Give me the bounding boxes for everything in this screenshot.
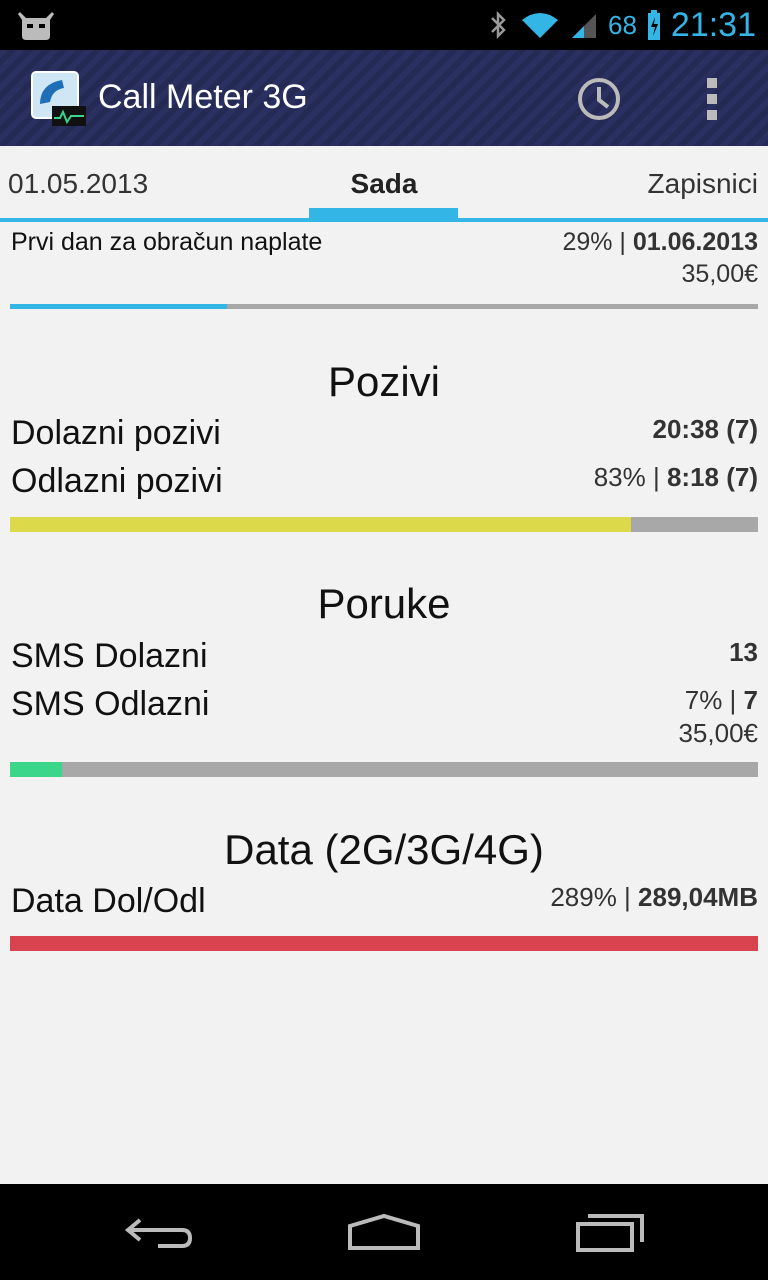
sms-cost: 35,00€ [678,718,758,748]
data-progress-bar [10,936,758,951]
calls-section-title: Pozivi [327,358,441,405]
app-icon[interactable] [30,70,88,128]
data-progress-fill [10,936,758,951]
messages-section-title: Poruke [317,580,451,627]
billing-value: 29% | 01.06.2013 [562,228,758,257]
status-bar: 68 21:31 [0,0,768,50]
outgoing-calls-value: 83% | 8:18 (7) [594,462,758,493]
app-title: Call Meter 3G [98,78,308,116]
outgoing-calls-percent: 83% | [593,462,667,492]
wifi-icon [521,13,558,38]
incoming-calls-amount: 20:38 (7) [652,414,759,444]
billing-date: 01.06.2013 [632,228,758,256]
navigation-bar [0,1184,768,1280]
tab-logs[interactable]: Zapisnici [648,168,758,200]
messages-progress-fill [10,762,63,777]
signal-icon [571,14,596,38]
data-section-title: Data (2G/3G/4G) [224,826,544,873]
sms-outgoing-label: SMS Odlazni [11,685,210,723]
sms-incoming-label: SMS Dolazni [11,637,208,675]
messages-progress-bar [10,762,758,777]
data-usage-percent: 289% | [550,882,639,912]
recent-apps-icon[interactable] [574,1212,646,1252]
billing-cost: 35,00€ [681,260,758,288]
bluetooth-icon [491,10,506,40]
billing-progress-bar [10,304,758,309]
overflow-menu-icon[interactable] [692,74,732,124]
data-usage-value: 289% | 289,04MB [550,882,758,913]
battery-icon [647,10,660,40]
incoming-calls-value: 20:38 (7) [653,414,759,445]
data-usage-label: Data Dol/Odl [11,882,206,920]
billing-progress-fill [10,304,227,309]
status-icons: 68 21:31 [488,0,756,50]
tab-strip: 01.05.2013 Sada Zapisnici [0,146,768,222]
tab-indicator [309,208,458,218]
action-bar: Call Meter 3G [0,50,768,146]
billing-label: Prvi dan za obračun naplate [11,228,323,256]
calls-progress-bar [10,517,758,532]
sms-incoming-amount: 13 [729,637,758,667]
incoming-calls-label: Dolazni pozivi [11,414,221,452]
home-icon[interactable] [346,1212,422,1252]
sms-outgoing-percent: 7% | [684,685,744,715]
sms-outgoing-value: 7% | 7 [685,685,758,716]
billing-percent: 29% | [562,228,633,256]
outgoing-calls-amount: 8:18 (7) [666,462,758,492]
calls-progress-fill [10,517,631,532]
data-usage-amount: 289,04MB [638,882,758,912]
sms-outgoing-amount: 7 [743,685,758,715]
back-icon[interactable] [124,1212,196,1252]
sms-incoming-value: 13 [729,637,758,668]
history-clock-icon[interactable] [574,74,624,124]
clock: 21:31 [670,5,756,44]
battery-level: 68 [607,9,637,40]
cyanogenmod-robot-icon [18,12,54,40]
outgoing-calls-label: Odlazni pozivi [11,462,223,500]
